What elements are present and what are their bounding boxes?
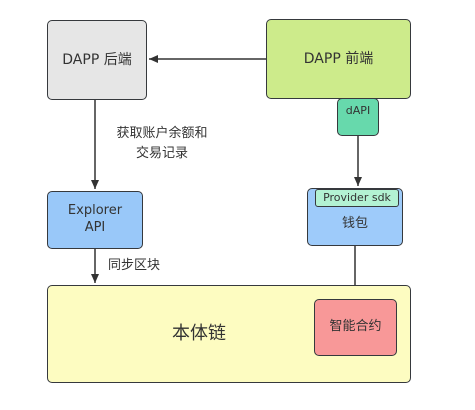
dapp-backend-label: DAPP 后端 <box>62 51 132 68</box>
wallet-label: 钱包 <box>341 215 368 231</box>
dapp-frontend-node: DAPP 前端 <box>266 19 411 99</box>
provider-sdk-label: Provider sdk <box>323 190 391 204</box>
explorer-label-line1: Explorer <box>67 203 123 219</box>
smart-contract-label: 智能合约 <box>329 319 382 335</box>
provider-sdk-node: Provider sdk <box>315 189 399 207</box>
edge-label-balance-records-line2: 交易记录 <box>135 146 188 162</box>
edge-label-sync-blocks: 同步区块 <box>108 258 161 273</box>
dapi-node: dAPI <box>337 98 379 136</box>
edge-label-balance-records: 获取账户余额和 交易记录 <box>92 124 232 164</box>
dapp-frontend-label: DAPP 前端 <box>303 50 374 67</box>
dapi-label: dAPI <box>345 104 371 117</box>
ontology-chain-label: 本体链 <box>172 323 226 345</box>
smart-contract-node: 智能合约 <box>314 299 397 356</box>
explorer-api-node: Explorer API <box>47 191 143 249</box>
explorer-label-line2: API <box>84 220 106 235</box>
dapp-backend-node: DAPP 后端 <box>47 20 147 100</box>
edge-label-balance-records-line1: 获取账户余额和 <box>116 126 208 141</box>
